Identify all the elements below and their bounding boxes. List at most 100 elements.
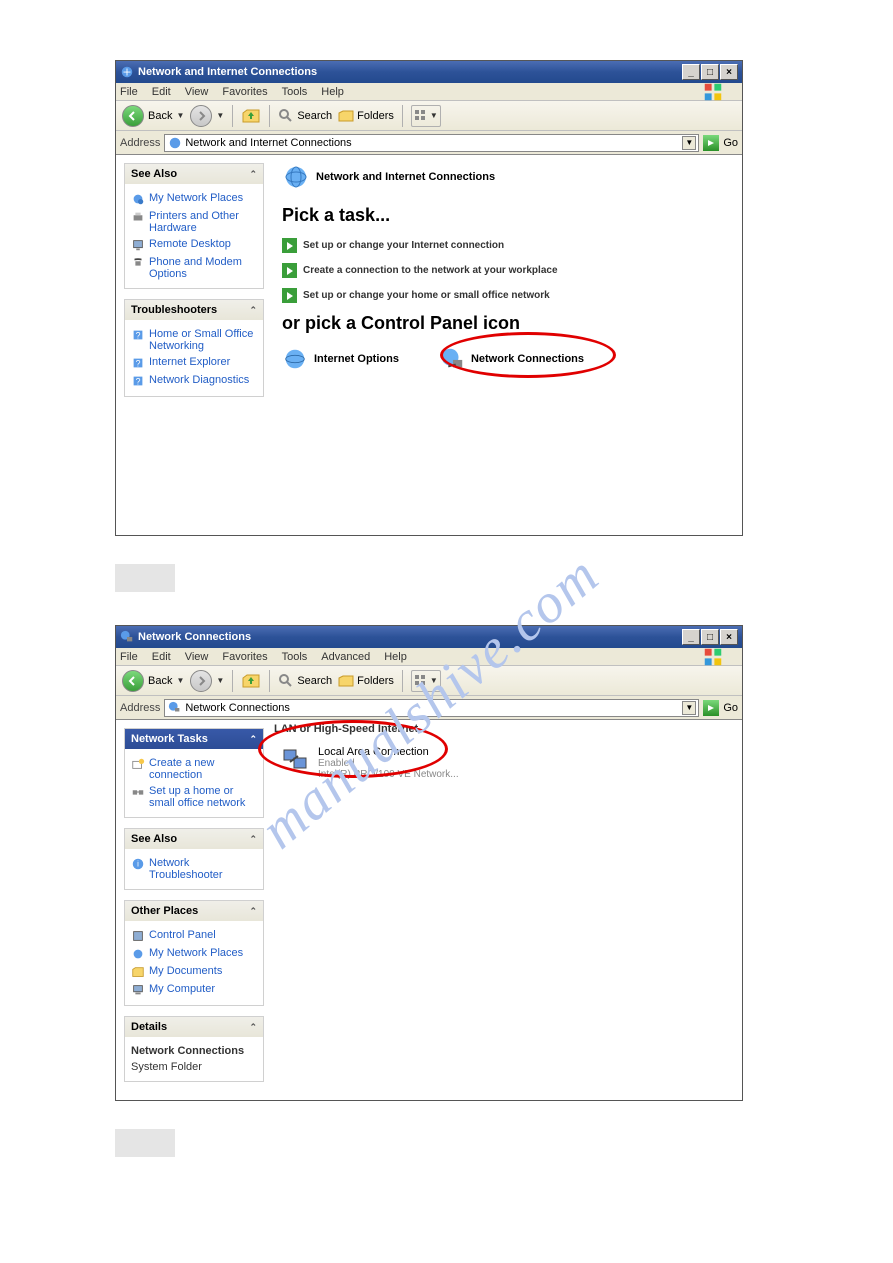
- sidebar-item-home-networking[interactable]: ? Home or Small Office Networking: [131, 326, 257, 354]
- task-workplace-connection[interactable]: Create a connection to the network at yo…: [282, 263, 728, 278]
- panel-header-other-places[interactable]: Other Places ⌃: [125, 901, 263, 921]
- folders-button[interactable]: Folders: [338, 673, 394, 689]
- task-home-network[interactable]: Set up or change your home or small offi…: [282, 288, 728, 303]
- document-body: Network and Internet Connections _ □ × F…: [0, 0, 893, 1250]
- go-button[interactable]: [703, 135, 719, 151]
- sidebar-item-remote-desktop[interactable]: Remote Desktop: [131, 236, 257, 254]
- window-title: Network Connections: [138, 631, 682, 643]
- back-button[interactable]: Back ▼: [122, 105, 184, 127]
- panel-troubleshooters: Troubleshooters ⌃ ? Home or Small Office…: [124, 299, 264, 397]
- sidebar-item-my-network-places[interactable]: My Network Places: [131, 945, 257, 963]
- menubar: File Edit View Favorites Tools Advanced …: [116, 648, 742, 666]
- menu-edit[interactable]: Edit: [152, 86, 171, 98]
- menu-edit[interactable]: Edit: [152, 651, 171, 663]
- task-setup-internet[interactable]: Set up or change your Internet connectio…: [282, 238, 728, 253]
- section-lan-header: LAN or High-Speed Internet: [268, 720, 742, 738]
- connection-icon: [280, 746, 310, 776]
- search-button[interactable]: Search: [278, 673, 332, 689]
- menu-view[interactable]: View: [185, 86, 209, 98]
- search-button[interactable]: Search: [278, 108, 332, 124]
- close-button[interactable]: ×: [720, 629, 738, 645]
- window-title: Network and Internet Connections: [138, 66, 682, 78]
- panel-header-details[interactable]: Details ⌃: [125, 1017, 263, 1037]
- sidebar-item-create-connection[interactable]: Create a new connection: [131, 755, 257, 783]
- svg-text:?: ?: [136, 359, 141, 369]
- maximize-button[interactable]: □: [701, 629, 719, 645]
- arrow-icon: [282, 263, 297, 278]
- window-network-internet: Network and Internet Connections _ □ × F…: [115, 60, 743, 536]
- address-input[interactable]: Network Connections ▼: [164, 699, 699, 717]
- connection-status: Enabled: [318, 758, 459, 769]
- address-dropdown[interactable]: ▼: [682, 701, 696, 715]
- sidebar-item-setup-home-network[interactable]: Set up a home or small office network: [131, 783, 257, 811]
- panel-header-troubleshooters[interactable]: Troubleshooters ⌃: [125, 300, 263, 320]
- app-icon: [120, 630, 134, 644]
- folders-button[interactable]: Folders: [338, 108, 394, 124]
- menu-favorites[interactable]: Favorites: [222, 86, 267, 98]
- sidebar-item-my-network-places[interactable]: My Network Places: [131, 190, 257, 208]
- menu-file[interactable]: File: [120, 86, 138, 98]
- close-button[interactable]: ×: [720, 64, 738, 80]
- pick-task-heading: Pick a task...: [282, 205, 728, 226]
- panel-see-also: See Also ⌃ i Network Troubleshooter: [124, 828, 264, 890]
- app-icon: [120, 65, 134, 79]
- address-label: Address: [120, 702, 160, 714]
- panel-header-see-also[interactable]: See Also ⌃: [125, 829, 263, 849]
- arrow-icon: [282, 238, 297, 253]
- xp-flag-icon: [702, 84, 724, 100]
- menu-view[interactable]: View: [185, 651, 209, 663]
- sidebar-item-network-troubleshooter[interactable]: i Network Troubleshooter: [131, 855, 257, 883]
- details-name: Network Connections: [131, 1043, 257, 1059]
- connection-name: Local Area Connection: [318, 746, 459, 758]
- menu-help[interactable]: Help: [384, 651, 407, 663]
- back-button[interactable]: Back ▼: [122, 670, 184, 692]
- address-dropdown[interactable]: ▼: [682, 136, 696, 150]
- xp-flag-icon: [702, 649, 724, 665]
- address-label: Address: [120, 137, 160, 149]
- category-title: Network and Internet Connections: [316, 171, 495, 183]
- sidebar-item-my-computer[interactable]: My Computer: [131, 981, 257, 999]
- maximize-button[interactable]: □: [701, 64, 719, 80]
- address-input[interactable]: Network and Internet Connections ▼: [164, 134, 699, 152]
- menu-help[interactable]: Help: [321, 86, 344, 98]
- sidebar-item-printers[interactable]: Printers and Other Hardware: [131, 208, 257, 236]
- arrow-icon: [282, 288, 297, 303]
- titlebar: Network and Internet Connections _ □ ×: [116, 61, 742, 83]
- sidebar-item-network-diag[interactable]: ? Network Diagnostics: [131, 372, 257, 390]
- window-network-connections: Network Connections _ □ × File Edit View…: [115, 625, 743, 1101]
- views-button[interactable]: ▼: [411, 670, 441, 692]
- address-bar: Address Network and Internet Connections…: [116, 131, 742, 155]
- panel-network-tasks: Network Tasks ⌃ Create a new connection …: [124, 728, 264, 818]
- address-bar: Address Network Connections ▼ Go: [116, 696, 742, 720]
- connection-device: Intel(R) PRO/100 VE Network...: [318, 769, 459, 780]
- menu-favorites[interactable]: Favorites: [222, 651, 267, 663]
- menu-tools[interactable]: Tools: [282, 86, 308, 98]
- svg-text:?: ?: [136, 331, 141, 341]
- sidebar-item-my-documents[interactable]: My Documents: [131, 963, 257, 981]
- menu-file[interactable]: File: [120, 651, 138, 663]
- up-button[interactable]: [241, 671, 261, 691]
- cpl-network-connections[interactable]: Network Connections: [439, 346, 584, 372]
- panel-header-network-tasks[interactable]: Network Tasks ⌃: [125, 729, 263, 749]
- minimize-button[interactable]: _: [682, 64, 700, 80]
- menu-tools[interactable]: Tools: [282, 651, 308, 663]
- views-button[interactable]: ▼: [411, 105, 441, 127]
- toolbar: Back ▼ ▼ Search Folders ▼: [116, 101, 742, 131]
- cpl-internet-options[interactable]: Internet Options: [282, 346, 399, 372]
- forward-button[interactable]: ▼: [190, 670, 224, 692]
- menu-advanced[interactable]: Advanced: [321, 651, 370, 663]
- minimize-button[interactable]: _: [682, 629, 700, 645]
- forward-button[interactable]: ▼: [190, 105, 224, 127]
- titlebar: Network Connections _ □ ×: [116, 626, 742, 648]
- up-button[interactable]: [241, 106, 261, 126]
- panel-header-see-also[interactable]: See Also ⌃: [125, 164, 263, 184]
- sidebar-item-control-panel[interactable]: Control Panel: [131, 927, 257, 945]
- sidebar-item-ie[interactable]: ? Internet Explorer: [131, 354, 257, 372]
- local-area-connection-item[interactable]: Local Area Connection Enabled Intel(R) P…: [276, 742, 742, 784]
- go-label: Go: [723, 702, 738, 714]
- toolbar: Back ▼ ▼ Search Folders ▼: [116, 666, 742, 696]
- details-type: System Folder: [131, 1059, 257, 1075]
- go-button[interactable]: [703, 700, 719, 716]
- menubar: File Edit View Favorites Tools Help: [116, 83, 742, 101]
- sidebar-item-phone-modem[interactable]: Phone and Modem Options: [131, 254, 257, 282]
